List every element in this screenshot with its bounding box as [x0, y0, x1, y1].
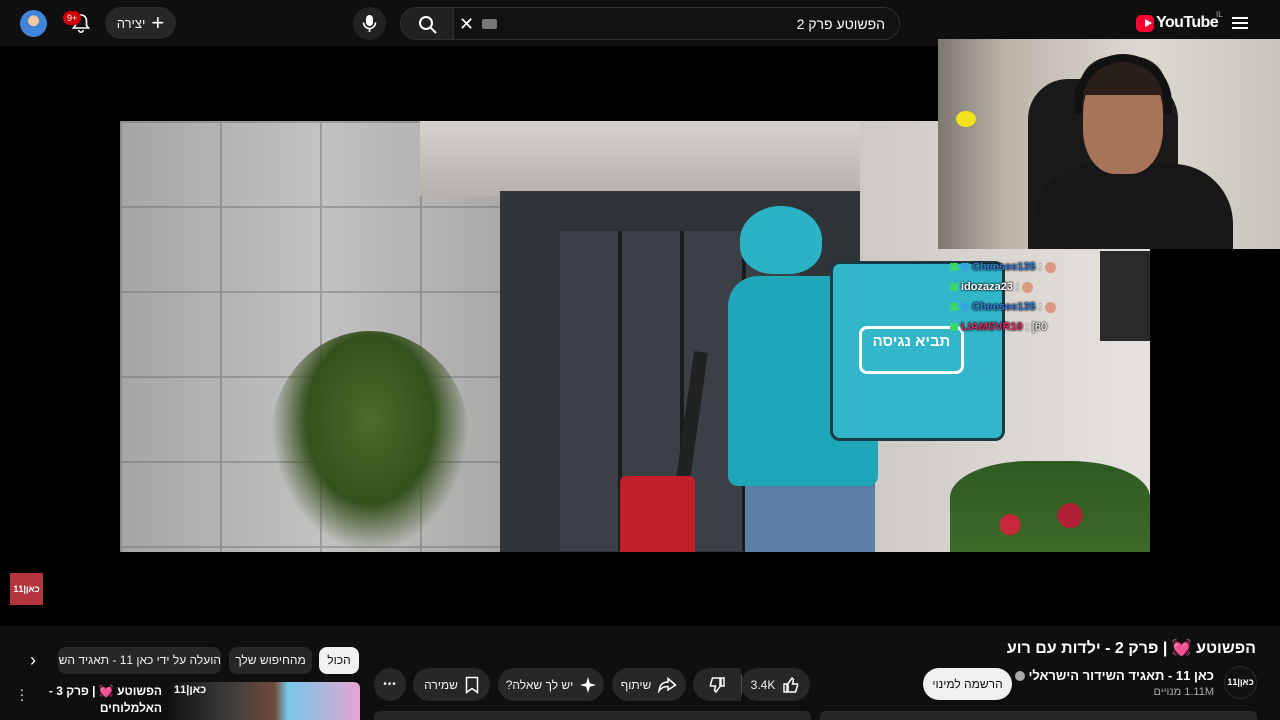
voice-search-button[interactable]: [353, 7, 386, 40]
description-box[interactable]: [374, 711, 811, 720]
create-label: יצירה: [116, 15, 146, 31]
scene-palm-plant: [270, 331, 470, 552]
verified-icon: [1014, 671, 1025, 681]
chip-all[interactable]: הכול: [319, 647, 359, 674]
more-actions-button[interactable]: •••: [374, 668, 406, 701]
search-input[interactable]: הפשוטע פרק 2 ✕: [454, 7, 900, 40]
chat-message: Cheesee135 :: [950, 297, 1110, 317]
subscribe-button[interactable]: הרשמה למינוי: [923, 668, 1012, 700]
dislike-button[interactable]: [693, 668, 741, 701]
thumbs-down-icon: [709, 676, 725, 693]
emote-icon: [1044, 261, 1056, 273]
thumbs-up-icon: [783, 676, 799, 693]
save-button[interactable]: שמירה: [413, 668, 490, 701]
channel-name[interactable]: כאן 11 - תאגיד השידור הישראלי: [1011, 668, 1214, 683]
chat-username: idozaza23: [961, 281, 1013, 293]
notification-badge: 9+: [63, 11, 82, 25]
sparkle-icon: [580, 676, 597, 693]
heart-icon: 💓: [1171, 640, 1192, 657]
chat-message: Cheesee135 :: [950, 257, 1110, 277]
channel-watermark[interactable]: כאן|11: [10, 573, 43, 605]
chip-uploaded-label: הועלה על ידי כאן 11 - תאגיד השידור: [58, 653, 221, 667]
chevron-right-icon[interactable]: ›: [22, 649, 44, 671]
vertical-dots-menu-icon[interactable]: ...: [17, 679, 27, 703]
rider-legs: [745, 476, 875, 552]
plus-icon: +: [151, 10, 165, 35]
chat-message: idozaza23 :: [950, 277, 1110, 297]
like-count: 3.4K: [750, 677, 776, 692]
chat-text: : [60: [1025, 321, 1048, 333]
video-title: הפשוטע 💓 | פרק 2 - ילדות עם רוע: [1007, 638, 1256, 658]
youtube-logo[interactable]: YouTube: [1136, 11, 1219, 35]
thumbnail-brand: כאן|11: [174, 684, 207, 696]
youtube-play-icon: [1136, 14, 1155, 32]
like-button[interactable]: 3.4K: [741, 668, 810, 701]
delivery-bag-label: תביא נגיסה: [859, 326, 964, 374]
shopping-bag: [620, 476, 695, 552]
moderator-badge-icon: [950, 263, 958, 271]
subscriber-count: 1.11M מנויים: [1153, 686, 1214, 698]
country-code: IL: [1216, 10, 1223, 19]
video-title-start: הפשוטע: [1196, 640, 1256, 657]
hamburger-menu-icon[interactable]: [1228, 12, 1252, 34]
channel-name-text[interactable]: כאן 11 - תאגיד השידור הישראלי: [1028, 668, 1214, 683]
search-button[interactable]: [400, 7, 454, 40]
ask-label: יש לך שאלה?: [505, 677, 574, 692]
search-icon: [419, 16, 437, 34]
microphone-icon: [362, 15, 377, 32]
subscriber-badge-icon: [961, 263, 969, 271]
bookmark-icon: [465, 676, 479, 694]
streamer-webcam: [938, 39, 1280, 249]
chat-text: :: [1038, 261, 1042, 273]
share-button[interactable]: שיתוף: [612, 668, 686, 701]
create-button[interactable]: יצירה +: [105, 7, 176, 39]
moderator-badge-icon: [950, 283, 958, 291]
recommendation-title[interactable]: הפשוטע 💓 | פרק 3 - האלמלוחים: [42, 683, 162, 717]
chat-text: :: [1038, 301, 1042, 313]
chat-message: LIAMSVR10 : [60: [950, 317, 1110, 337]
emote-icon: [1022, 281, 1034, 293]
webcam-yellow-toy: [956, 111, 976, 127]
save-label: שמירה: [424, 677, 458, 692]
chat-username: Cheesee135: [972, 261, 1036, 273]
chip-uploaded-by[interactable]: הועלה על ידי כאן 11 - תאגיד השידור: [58, 647, 221, 674]
moderator-badge-icon: [950, 323, 958, 331]
clear-search-icon[interactable]: ✕: [459, 14, 474, 34]
emote-icon: [1044, 301, 1056, 313]
chat-username: Cheesee135: [972, 301, 1036, 313]
recommendation-thumbnail[interactable]: כאן|11: [170, 682, 360, 720]
rider-helmet: [740, 206, 822, 274]
chat-username: LIAMSVR10: [961, 321, 1023, 333]
moderator-badge-icon: [950, 303, 958, 311]
stream-chat-overlay: Cheesee135 : idozaza23 : Cheesee135 : LI…: [950, 257, 1110, 337]
account-avatar[interactable]: [20, 10, 47, 37]
subscriber-badge-icon: [961, 303, 969, 311]
like-dislike-group: 3.4K: [693, 668, 810, 701]
video-title-end: | פרק 2 - ילדות עם רוע: [1006, 640, 1168, 657]
more-actions-icon: •••: [383, 679, 397, 690]
share-label: שיתוף: [620, 677, 652, 692]
chip-from-search[interactable]: מהחיפוש שלך: [229, 647, 312, 674]
webcam-shirt: [1033, 164, 1233, 249]
logo-text: YouTube: [1156, 14, 1218, 31]
keyboard-icon[interactable]: [482, 19, 497, 29]
info-box[interactable]: [820, 711, 1257, 720]
channel-avatar[interactable]: כאן|11: [1224, 666, 1257, 699]
share-icon: [658, 676, 678, 693]
search-query[interactable]: הפשוטע פרק 2: [797, 16, 885, 32]
ask-question-button[interactable]: יש לך שאלה?: [498, 668, 604, 701]
chat-text: :: [1015, 281, 1020, 293]
